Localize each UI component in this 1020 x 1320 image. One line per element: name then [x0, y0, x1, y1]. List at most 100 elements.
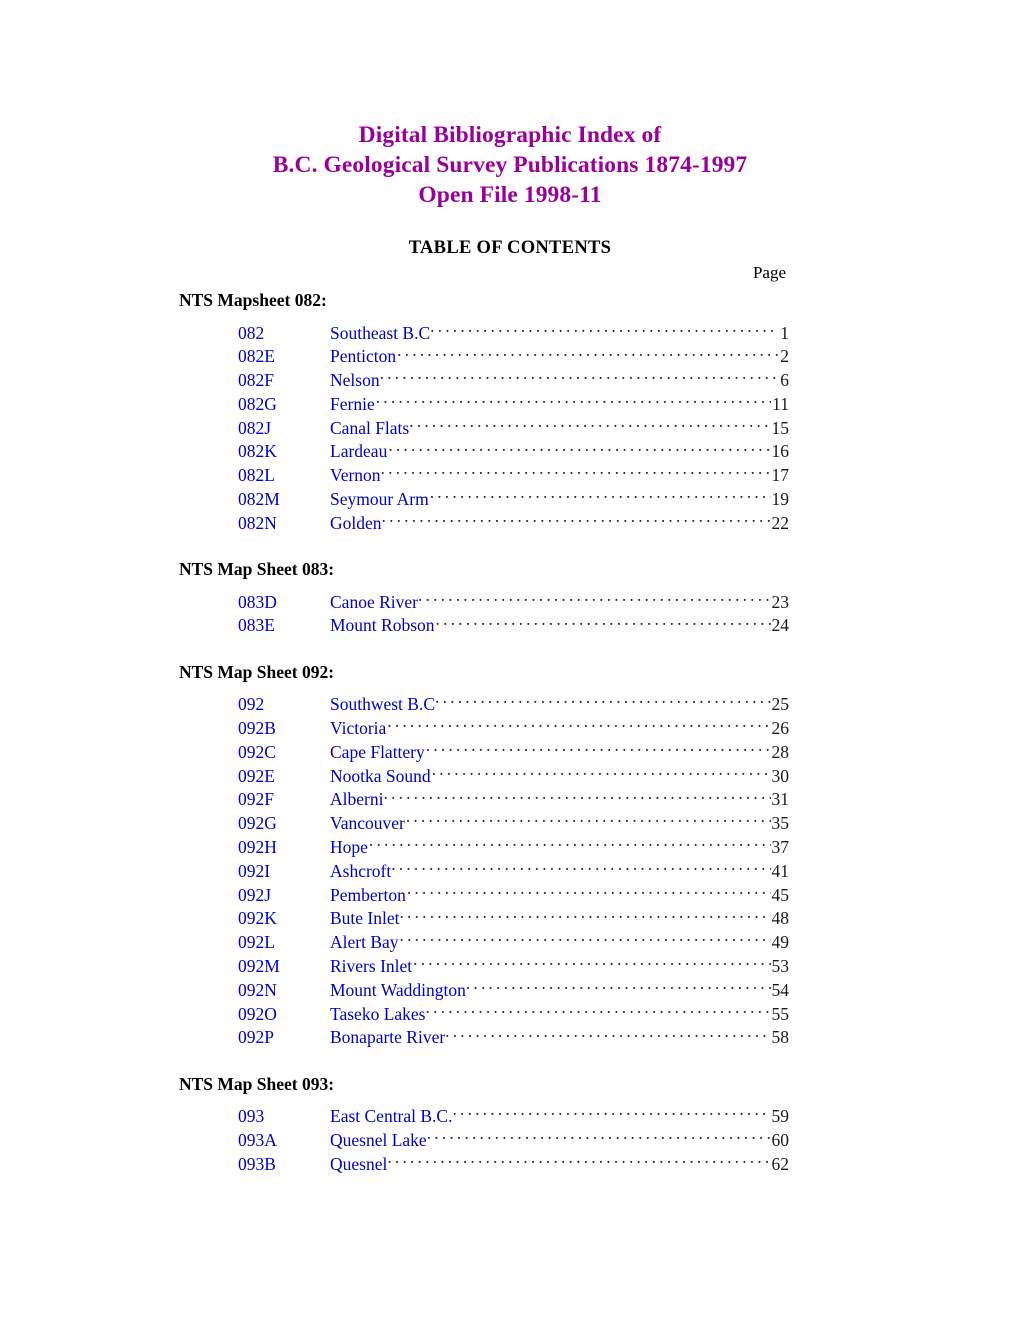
toc-entry-code[interactable]: 082G — [238, 393, 330, 417]
toc-entry[interactable]: 083DCanoe River 23 — [179, 590, 789, 614]
toc-entry-code[interactable]: 092J — [238, 884, 330, 908]
toc-entry[interactable]: 092OTaseko Lakes 55 — [179, 1002, 789, 1026]
toc-entry[interactable]: 092JPemberton 45 — [179, 883, 789, 907]
toc-entry-code[interactable]: 092N — [238, 979, 330, 1003]
toc-entry[interactable]: 092IAshcroft 41 — [179, 859, 789, 883]
toc-entry-code[interactable]: 092M — [238, 955, 330, 979]
toc-entry[interactable]: 092ENootka Sound 30 — [179, 764, 789, 788]
toc-entry-code[interactable]: 082E — [238, 345, 330, 369]
toc-entry[interactable]: 092FAlberni 31 — [179, 788, 789, 812]
toc-entry[interactable]: 092HHope 37 — [179, 836, 789, 860]
toc-entry[interactable]: 093AQuesnel Lake 60 — [179, 1129, 789, 1153]
toc-entry-title[interactable]: Canoe River — [330, 591, 418, 615]
toc-entry-code[interactable]: 082M — [238, 488, 330, 512]
toc-entry-title[interactable]: Rivers Inlet — [330, 955, 412, 979]
toc-entry-code[interactable]: 092L — [238, 931, 330, 955]
toc-entry-title[interactable]: Mount Waddington — [330, 979, 466, 1003]
toc-entry-code[interactable]: 092 — [238, 693, 330, 717]
toc-entry-leader — [369, 836, 771, 854]
toc-entry-list: 082Southeast B.C1082EPenticton2082FNelso… — [179, 321, 789, 535]
toc-entry-code[interactable]: 092P — [238, 1026, 330, 1050]
toc-entry-code[interactable]: 092K — [238, 907, 330, 931]
toc-entry-title[interactable]: Seymour Arm — [330, 488, 429, 512]
toc-entry-title[interactable]: Quesnel — [330, 1153, 387, 1177]
toc-entry[interactable]: 082Southeast B.C 1 — [179, 321, 789, 345]
toc-entry-title[interactable]: East Central B.C. — [330, 1105, 452, 1129]
toc-entry-code[interactable]: 093 — [238, 1105, 330, 1129]
toc-entry-leader — [413, 955, 770, 973]
toc-entry-code[interactable]: 082 — [238, 322, 330, 346]
toc-entry-title[interactable]: Vancouver — [330, 812, 405, 836]
toc-entry-page-number: 35 — [771, 813, 790, 834]
toc-entry-title[interactable]: Penticton — [330, 345, 396, 369]
toc-entry-title[interactable]: Golden — [330, 512, 382, 536]
toc-entry[interactable]: 082NGolden 22 — [179, 511, 789, 535]
toc-entry-title[interactable]: Hope — [330, 836, 368, 860]
toc-entry-title[interactable]: Alert Bay — [330, 931, 399, 955]
toc-entry-code[interactable]: 082J — [238, 417, 330, 441]
toc-entry-page-number: 11 — [772, 393, 789, 414]
toc-entry[interactable]: 093East Central B.C. 59 — [179, 1105, 789, 1129]
toc-entry[interactable]: 082GFernie 11 — [179, 392, 789, 416]
toc-entry-code[interactable]: 092F — [238, 788, 330, 812]
toc-entry-title[interactable]: Nelson — [330, 369, 380, 393]
toc-entry[interactable]: 092Southwest B.C 25 — [179, 693, 789, 717]
toc-entry-code[interactable]: 083D — [238, 591, 330, 615]
toc-entry-leader — [466, 978, 771, 996]
toc-entry[interactable]: 083EMount Robson 24 — [179, 614, 789, 638]
toc-entry-title[interactable]: Cape Flattery — [330, 741, 425, 765]
toc-entry-title[interactable]: Mount Robson — [330, 614, 435, 638]
toc-entry[interactable]: 093BQuesnel 62 — [179, 1152, 789, 1176]
toc-entry-code[interactable]: 083E — [238, 614, 330, 638]
toc-entry-code[interactable]: 092I — [238, 860, 330, 884]
toc-entry-title[interactable]: Bute Inlet — [330, 907, 400, 931]
toc-entry-title[interactable]: Lardeau — [330, 440, 387, 464]
toc-entry-page-number: 24 — [771, 615, 790, 636]
toc-entry-title[interactable]: Canal Flats — [330, 417, 409, 441]
toc-entry[interactable]: 082MSeymour Arm 19 — [179, 488, 789, 512]
toc-entry[interactable]: 082JCanal Flats 15 — [179, 416, 789, 440]
toc-entry[interactable]: 092NMount Waddington 54 — [179, 978, 789, 1002]
toc-entry[interactable]: 092BVictoria 26 — [179, 717, 789, 741]
toc-entry-code[interactable]: 093B — [238, 1153, 330, 1177]
toc-entry[interactable]: 092CCape Flattery 28 — [179, 740, 789, 764]
toc-entry[interactable]: 082KLardeau 16 — [179, 440, 789, 464]
toc-entry-title[interactable]: Bonaparte River — [330, 1026, 445, 1050]
toc-entry-code[interactable]: 093A — [238, 1129, 330, 1153]
toc-entry-code[interactable]: 092O — [238, 1003, 330, 1027]
toc-entry-code[interactable]: 082F — [238, 369, 330, 393]
toc-entry-title[interactable]: Fernie — [330, 393, 375, 417]
toc-entry-code[interactable]: 092H — [238, 836, 330, 860]
toc-entry[interactable]: 092PBonaparte River 58 — [179, 1026, 789, 1050]
toc-entry-page-number: 41 — [771, 860, 790, 881]
toc-entry-title[interactable]: Southeast B.C — [330, 322, 430, 346]
toc-entry-code[interactable]: 092E — [238, 765, 330, 789]
toc-entry-title[interactable]: Ashcroft — [330, 860, 391, 884]
toc-entry[interactable]: 092LAlert Bay 49 — [179, 931, 789, 955]
toc-entry-code[interactable]: 082L — [238, 464, 330, 488]
toc-entry-page-number: 49 — [771, 932, 790, 953]
toc-entry-title[interactable]: Southwest B.C — [330, 693, 435, 717]
toc-entry[interactable]: 082LVernon 17 — [179, 464, 789, 488]
toc-entry[interactable]: 092MRivers Inlet 53 — [179, 955, 789, 979]
toc-entry[interactable]: 082EPenticton 2 — [179, 345, 789, 369]
toc-entry-page-number: 28 — [771, 741, 790, 762]
toc-entry-code[interactable]: 092C — [238, 741, 330, 765]
toc-entry[interactable]: 082FNelson 6 — [179, 369, 789, 393]
toc-entry-title[interactable]: Taseko Lakes — [330, 1003, 425, 1027]
toc-entry-title[interactable]: Vernon — [330, 464, 381, 488]
toc-entry[interactable]: 092GVancouver 35 — [179, 812, 789, 836]
toc-entry-list: 083DCanoe River 23 083EMount Robson 24 — [179, 590, 789, 638]
toc-entry-title[interactable]: Quesnel Lake — [330, 1129, 427, 1153]
toc-entry-leader — [400, 931, 771, 949]
toc-entry-code[interactable]: 082N — [238, 512, 330, 536]
toc-entry[interactable]: 092KBute Inlet 48 — [179, 907, 789, 931]
toc-entry-code[interactable]: 082K — [238, 440, 330, 464]
toc-entry-title[interactable]: Victoria — [330, 717, 386, 741]
toc-entry-code[interactable]: 092G — [238, 812, 330, 836]
toc-entry-title[interactable]: Nootka Sound — [330, 765, 431, 789]
toc-entry-leader — [387, 717, 770, 735]
toc-entry-title[interactable]: Pemberton — [330, 884, 406, 908]
toc-entry-code[interactable]: 092B — [238, 717, 330, 741]
toc-entry-title[interactable]: Alberni — [330, 788, 383, 812]
